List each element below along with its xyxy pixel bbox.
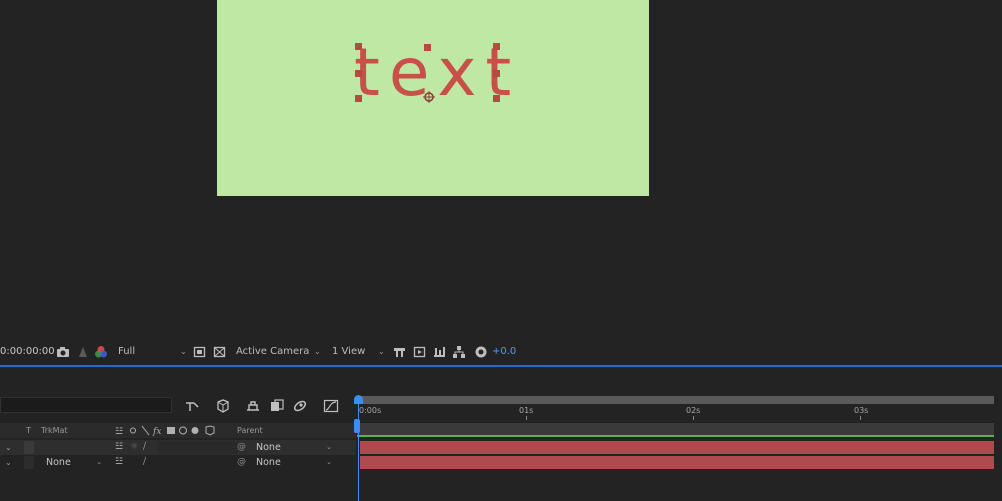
reset-exposure-icon[interactable] <box>474 345 488 359</box>
show-snapshot-icon[interactable] <box>77 345 89 359</box>
graph-editor-icon[interactable] <box>323 399 339 413</box>
region-of-interest-icon[interactable] <box>193 345 206 359</box>
chevron-down-icon: ⌄ <box>326 443 332 451</box>
ruler-label: 02s <box>686 406 701 415</box>
camera-dropdown[interactable]: Active Camera ⌄ <box>236 345 322 359</box>
handle-top-left[interactable] <box>355 43 362 50</box>
collapse-switch-icon[interactable]: ☼ <box>130 441 138 454</box>
parent-value: None <box>256 457 281 468</box>
chevron-down-icon[interactable]: ⌄ <box>5 441 12 454</box>
toggle-pixel-aspect-icon[interactable] <box>393 345 406 359</box>
chevron-down-icon[interactable]: ⌄ <box>5 456 12 469</box>
views-dropdown[interactable]: 1 View ⌄ <box>332 345 386 359</box>
layer-mode-cell[interactable] <box>24 441 34 454</box>
draft-3d-icon[interactable] <box>215 399 231 413</box>
parent-dropdown[interactable]: None ⌄ <box>256 456 334 469</box>
resolution-dropdown[interactable]: Full ⌄ <box>118 345 188 359</box>
column-parent[interactable]: Parent <box>237 426 263 435</box>
trkmat-dropdown[interactable]: None ⌄ <box>42 456 104 469</box>
current-time-display[interactable]: 0:00:00:00 <box>0 345 55 359</box>
ruler-tick <box>693 416 694 420</box>
switches-header-icons: ☳ fx <box>115 425 215 436</box>
views-value: 1 View <box>332 346 366 357</box>
time-ruler[interactable]: 0:00s 01s 02s 03s <box>357 396 994 420</box>
layer-duration-bar[interactable] <box>360 441 994 454</box>
layer-row[interactable]: ⌄ ☳ ☼ ⧸ @ None ⌄ <box>0 440 356 455</box>
camera-value: Active Camera <box>236 346 310 357</box>
shy-layers-icon[interactable] <box>245 399 261 413</box>
pick-whip-icon[interactable]: @ <box>237 441 246 454</box>
chevron-down-icon: ⌄ <box>96 458 102 466</box>
svg-text:☳: ☳ <box>115 427 123 436</box>
composition-mini-flowchart-icon[interactable] <box>185 399 201 413</box>
layer-column-headers: T TrkMat ☳ fx Parent <box>0 423 356 438</box>
playhead-line[interactable] <box>358 397 359 501</box>
pick-whip-icon[interactable]: @ <box>237 456 246 469</box>
track-header-bar <box>357 423 994 435</box>
quality-switch-icon[interactable]: ⧸ <box>143 456 146 469</box>
parent-value: None <box>256 442 281 453</box>
column-trkmat[interactable]: TrkMat <box>41 426 68 435</box>
frame-blending-icon[interactable] <box>269 399 285 413</box>
ruler-label: 03s <box>854 406 869 415</box>
ruler-label: 01s <box>519 406 534 415</box>
column-type: T <box>26 426 31 435</box>
preview-render-bar <box>357 435 994 437</box>
transparency-grid-icon[interactable] <box>213 345 226 359</box>
exposure-value[interactable]: +0.0 <box>492 345 516 359</box>
work-area-bar[interactable] <box>357 396 994 404</box>
flowchart-icon[interactable] <box>452 345 466 359</box>
handle-bottom-right[interactable] <box>493 95 500 102</box>
color-wheel-icon[interactable] <box>94 345 108 359</box>
shy-switch-icon[interactable]: ☳ <box>115 441 123 454</box>
layer-duration-bar[interactable] <box>360 456 994 469</box>
parent-dropdown[interactable]: None ⌄ <box>256 441 334 454</box>
layer-mode-cell[interactable] <box>24 456 34 469</box>
handle-top-right[interactable] <box>493 43 500 50</box>
handle-bottom-left[interactable] <box>355 95 362 102</box>
motion-blur-icon[interactable] <box>292 399 308 413</box>
anchor-point-icon[interactable] <box>423 91 435 103</box>
playhead-marker[interactable] <box>354 419 360 433</box>
handle-left-middle[interactable] <box>355 70 362 77</box>
composition-viewer[interactable]: text <box>0 0 1002 340</box>
fast-previews-icon[interactable] <box>413 345 426 359</box>
chevron-down-icon: ⌄ <box>314 347 321 356</box>
layer-switches-area[interactable] <box>158 441 238 454</box>
layer-search-input[interactable] <box>0 397 172 413</box>
timeline-panel: T TrkMat ☳ fx Parent ⌄ ☳ ☼ ⧸ @ None ⌄ ⌄ <box>0 367 1002 501</box>
camera-icon[interactable] <box>56 345 70 359</box>
ruler-tick <box>526 416 527 420</box>
chevron-down-icon: ⌄ <box>326 458 332 466</box>
layer-row[interactable]: ⌄ None ⌄ ☳ ⧸ @ None ⌄ <box>0 455 356 470</box>
shy-switch-icon[interactable]: ☳ <box>115 456 123 469</box>
handle-right-middle[interactable] <box>493 70 500 77</box>
ruler-label: 0:00s <box>359 406 382 415</box>
trkmat-value: None <box>46 457 71 468</box>
ruler-tick <box>860 416 861 420</box>
playhead-handle[interactable] <box>354 395 363 404</box>
handle-top-middle[interactable] <box>424 44 431 51</box>
resolution-value: Full <box>118 346 136 357</box>
viewer-toolbar: 0:00:00:00 Full ⌄ Active Camera ⌄ 1 View… <box>0 340 1002 364</box>
composition-canvas[interactable]: text <box>217 0 649 196</box>
chevron-down-icon: ⌄ <box>180 347 187 356</box>
chevron-down-icon: ⌄ <box>378 347 385 356</box>
timeline-icon[interactable] <box>433 345 446 359</box>
quality-switch-icon[interactable]: ⧸ <box>143 441 146 454</box>
svg-text:fx: fx <box>152 427 161 436</box>
